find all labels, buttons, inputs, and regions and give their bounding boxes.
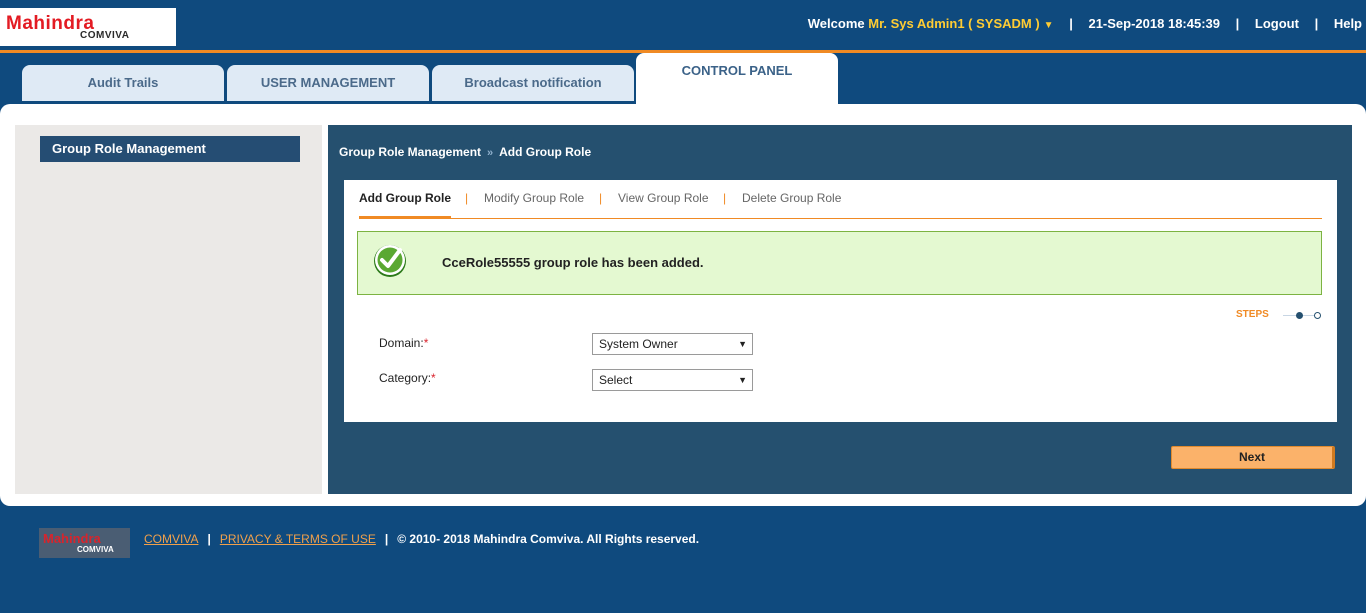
sidebar bbox=[15, 125, 322, 494]
separator: | bbox=[1314, 16, 1319, 31]
user-menu[interactable]: Mr. Sys Admin1 ( SYSADM ) ▼ bbox=[868, 16, 1053, 31]
separator: | bbox=[1235, 16, 1240, 31]
user-name: Mr. Sys Admin1 ( SYSADM ) bbox=[868, 16, 1040, 31]
subtab-view-group-role[interactable]: View Group Role bbox=[618, 191, 709, 216]
datetime: 21-Sep-2018 18:45:39 bbox=[1088, 16, 1220, 31]
footer-copyright: © 2010- 2018 Mahindra Comviva. All Right… bbox=[397, 532, 700, 546]
dropdown-arrow-icon: ▼ bbox=[738, 339, 747, 349]
subtab-delete-group-role[interactable]: Delete Group Role bbox=[742, 191, 841, 216]
success-check-icon bbox=[374, 245, 406, 277]
breadcrumb: Group Role Management » Add Group Role bbox=[339, 145, 591, 159]
footer-privacy-link[interactable]: PRIVACY & TERMS OF USE bbox=[220, 532, 376, 546]
separator: | bbox=[207, 532, 211, 546]
separator: | bbox=[723, 191, 727, 205]
sidebar-item-group-role-management[interactable]: Group Role Management bbox=[40, 136, 300, 162]
footer-logo: Mahindra COMVIVA bbox=[39, 528, 130, 558]
footer-comviva-link[interactable]: COMVIVA bbox=[144, 532, 198, 546]
required-marker: * bbox=[431, 371, 436, 385]
category-select[interactable]: Select ▼ bbox=[592, 369, 753, 391]
subtab-modify-group-role[interactable]: Modify Group Role bbox=[484, 191, 584, 216]
subtab-bar: Add Group Role | Modify Group Role | Vie… bbox=[359, 190, 1322, 219]
category-select-value: Select bbox=[599, 373, 633, 387]
brand-logo[interactable]: Mahindra COMVIVA bbox=[0, 8, 176, 46]
double-chevron-right-icon: » bbox=[487, 147, 494, 159]
tab-user-management[interactable]: USER MANAGEMENT bbox=[227, 65, 429, 101]
step-indicator-current bbox=[1296, 312, 1303, 319]
user-bar: Welcome Mr. Sys Admin1 ( SYSADM ) ▼ | 21-… bbox=[808, 16, 1362, 31]
separator: | bbox=[1069, 16, 1073, 31]
welcome-label: Welcome bbox=[807, 16, 865, 31]
next-button[interactable]: Next bbox=[1171, 446, 1335, 469]
domain-select-value: System Owner bbox=[599, 337, 678, 351]
footer-logo-mahindra: Mahindra bbox=[43, 531, 101, 546]
tab-broadcast-notification[interactable]: Broadcast notification bbox=[432, 65, 634, 101]
category-label: Category:* bbox=[379, 371, 436, 385]
separator: | bbox=[599, 191, 603, 205]
dropdown-arrow-icon: ▼ bbox=[738, 375, 747, 385]
footer-logo-comviva: COMVIVA bbox=[77, 545, 114, 554]
breadcrumb-current: Add Group Role bbox=[499, 145, 592, 159]
help-link[interactable]: Help bbox=[1334, 16, 1362, 31]
chevron-down-icon[interactable]: ▼ bbox=[1044, 20, 1054, 31]
separator: | bbox=[384, 532, 389, 546]
tab-audit-trails[interactable]: Audit Trails bbox=[22, 65, 224, 101]
required-marker: * bbox=[423, 336, 429, 350]
step-indicator-next bbox=[1314, 312, 1321, 319]
domain-select[interactable]: System Owner ▼ bbox=[592, 333, 753, 355]
separator: | bbox=[465, 191, 469, 205]
domain-label: Domain:* bbox=[379, 336, 429, 350]
subtab-add-group-role[interactable]: Add Group Role bbox=[359, 191, 451, 219]
breadcrumb-parent[interactable]: Group Role Management bbox=[339, 145, 481, 159]
logo-text-comviva: COMVIVA bbox=[80, 30, 130, 41]
tab-control-panel[interactable]: CONTROL PANEL bbox=[636, 53, 838, 107]
footer: COMVIVA | PRIVACY & TERMS OF USE | © 2010- 2… bbox=[144, 532, 699, 546]
steps-label: STEPS bbox=[1236, 309, 1269, 320]
logout-link[interactable]: Logout bbox=[1255, 16, 1299, 31]
success-message-text: CceRole55555 group role has been added. bbox=[442, 255, 704, 270]
top-bar: Mahindra COMVIVA Welcome Mr. Sys Admin1 … bbox=[0, 0, 1366, 53]
